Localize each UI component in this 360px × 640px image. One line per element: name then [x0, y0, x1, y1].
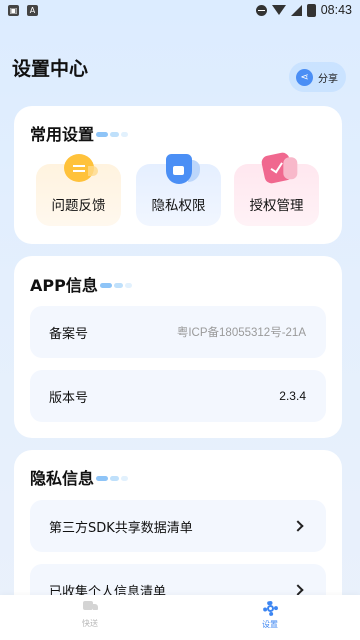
nav-item-settings[interactable]: 设置: [240, 601, 300, 630]
signal-icon: [290, 4, 302, 16]
privacy-shield-icon: [165, 154, 200, 184]
row-label: 第三方SDK共享数据清单: [49, 520, 193, 536]
tile-label: 问题反馈: [51, 198, 106, 214]
third-party-sdk-list-row[interactable]: 第三方SDK共享数据清单: [30, 500, 326, 552]
bottom-navigation: 快送 设置: [0, 595, 360, 640]
tile-label: 授权管理: [249, 198, 304, 214]
battery-icon: [306, 3, 316, 17]
tile-label: 隐私权限: [151, 198, 206, 214]
icp-record-row: 备案号 粤ICP备18055312号-21A: [30, 306, 326, 358]
share-label: 分享: [318, 73, 338, 85]
truck-icon: [82, 601, 98, 613]
row-label: 备案号: [49, 326, 89, 342]
nav-label: 设置: [262, 620, 278, 629]
app-icon: A: [27, 4, 38, 16]
page-title: 设置中心: [12, 58, 89, 80]
title-decoration: [96, 475, 129, 481]
feedback-tile[interactable]: 问题反馈: [36, 154, 121, 226]
section-title: 常用设置: [30, 121, 129, 145]
authorization-management-tile[interactable]: 授权管理: [234, 151, 319, 226]
status-bar: ▣ A 08:43: [0, 0, 360, 20]
authorization-check-icon: [259, 151, 294, 185]
wifi-icon: [271, 5, 286, 15]
icp-number: 粤ICP备18055312号-21A: [176, 327, 306, 339]
dnd-icon: [255, 4, 267, 16]
notification-icon: ▣: [8, 4, 19, 16]
chevron-right-icon: [292, 520, 304, 532]
section-title: 隐私信息: [30, 465, 129, 489]
status-time: 08:43: [320, 3, 352, 17]
section-title: APP信息: [30, 272, 132, 296]
privacy-permission-tile[interactable]: 隐私权限: [136, 154, 221, 226]
nav-label: 快送: [82, 619, 98, 628]
version-number: 2.3.4: [279, 389, 306, 403]
app-info-card: APP信息 备案号 粤ICP备18055312号-21A 版本号 2.3.4: [14, 256, 342, 438]
row-label: 版本号: [49, 390, 89, 406]
share-icon: ⋖: [296, 68, 313, 86]
version-row: 版本号 2.3.4: [30, 370, 326, 422]
chevron-right-icon: [292, 584, 304, 596]
title-decoration: [96, 131, 129, 137]
nav-item-delivery[interactable]: 快送: [60, 601, 120, 629]
title-decoration: [99, 282, 132, 288]
feedback-bubble-icon: [63, 154, 98, 182]
share-button[interactable]: ⋖ 分享: [289, 62, 346, 92]
common-settings-card: 常用设置 问题反馈 隐私权限 授权管理: [14, 106, 342, 244]
gear-icon: [262, 601, 278, 616]
